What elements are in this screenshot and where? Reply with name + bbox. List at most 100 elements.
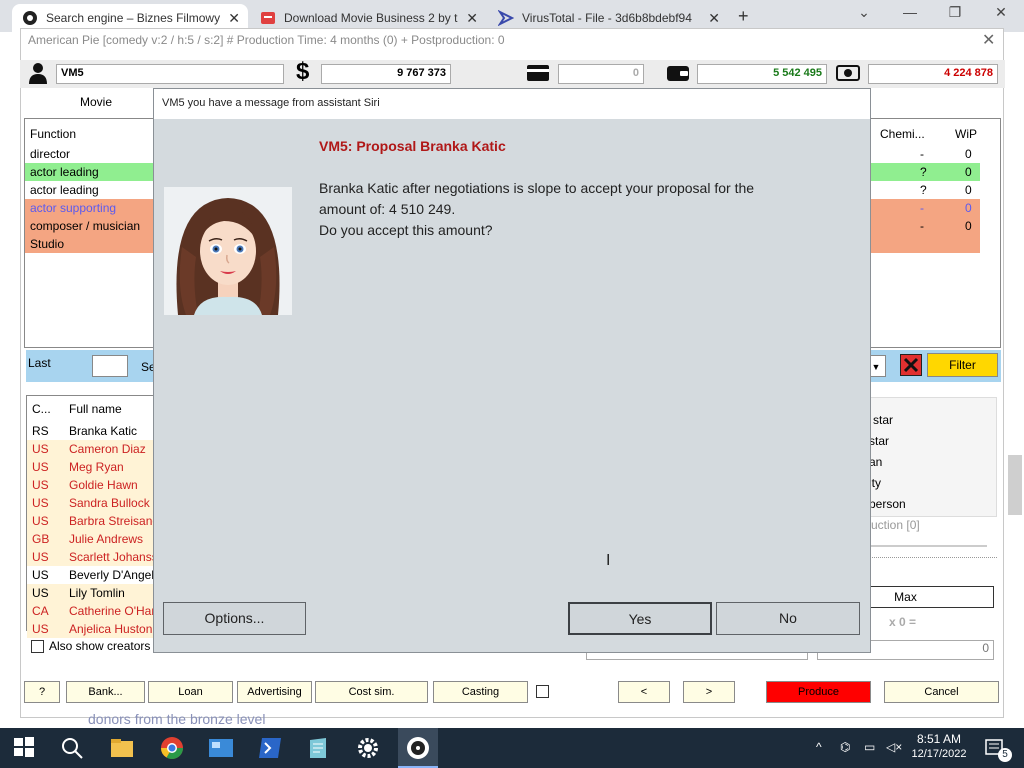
search-icon[interactable]: [60, 736, 84, 760]
last-label: Last: [28, 356, 51, 370]
wallet-field: 5 542 495: [697, 64, 827, 84]
header-fullname[interactable]: Full name: [69, 400, 122, 418]
cell-fullname: Lily Tomlin: [69, 586, 125, 600]
footer-text: donors from the bronze level: [88, 711, 266, 727]
yes-button[interactable]: Yes: [568, 602, 712, 635]
casting-checkbox[interactable]: [536, 685, 549, 698]
new-tab-button[interactable]: +: [738, 6, 749, 27]
header-function[interactable]: Function: [25, 125, 150, 143]
table-row[interactable]: US Sandra Bullock: [27, 494, 155, 512]
cell-country: US: [32, 460, 49, 474]
cell-wip: 0: [965, 201, 972, 215]
cell-chem: -: [920, 219, 924, 233]
cell-fullname: Catherine O'Hara: [69, 604, 155, 618]
windows-start-icon[interactable]: [13, 736, 37, 760]
last-input[interactable]: [92, 355, 128, 377]
table-row[interactable]: US Lily Tomlin: [27, 584, 155, 602]
cancel-button[interactable]: Cancel: [884, 681, 999, 703]
clock-date[interactable]: 12/17/2022: [910, 748, 968, 760]
cell-wip: 0: [965, 219, 972, 233]
right-item: star: [869, 434, 890, 448]
table-row[interactable]: US Cameron Diaz: [27, 440, 155, 458]
no-button[interactable]: No: [716, 602, 860, 635]
app-title: American Pie [comedy v:2 / h:5 / s:2] # …: [28, 33, 505, 47]
cell-country: US: [32, 478, 49, 492]
cell-country: US: [32, 586, 49, 600]
people-table: C... Full name RS Branka Katic US Cameron D…: [26, 395, 156, 638]
table-row[interactable]: US Goldie Hawn: [27, 476, 155, 494]
cell-country: US: [32, 568, 49, 582]
table-row[interactable]: US Anjelica Huston: [27, 620, 155, 638]
cell-chem: -: [920, 147, 924, 161]
table-row[interactable]: RS Branka Katic: [27, 422, 155, 440]
clear-filter-icon[interactable]: [900, 354, 922, 376]
clock-time[interactable]: 8:51 AM: [916, 732, 962, 746]
filter-button[interactable]: Filter: [927, 353, 998, 377]
help-button[interactable]: ?: [24, 681, 60, 703]
header-country[interactable]: C...: [32, 402, 51, 416]
cell-fullname: Scarlett Johansson: [69, 550, 155, 564]
cell-fullname: Meg Ryan: [69, 460, 124, 474]
cash-field: 4 224 878: [868, 64, 998, 84]
prev-button[interactable]: <: [618, 681, 670, 703]
volume-muted-icon[interactable]: ◁×: [886, 740, 902, 754]
card-icon: [526, 64, 550, 85]
cell-fullname: Branka Katic: [69, 424, 138, 438]
active-app-slot[interactable]: [398, 728, 438, 768]
powershell-icon[interactable]: [258, 736, 282, 760]
next-button[interactable]: >: [683, 681, 735, 703]
money-icon: $: [296, 58, 310, 85]
control-panel-icon[interactable]: [208, 736, 233, 760]
production-slider-track[interactable]: [871, 545, 987, 547]
bank-button[interactable]: Bank...: [66, 681, 145, 703]
right-item: an: [869, 455, 883, 469]
message-line: Branka Katic after negotiations is slope…: [319, 180, 755, 196]
tab-search-icon[interactable]: ⌄: [844, 4, 884, 21]
table-row[interactable]: US Beverly D'Angelo: [27, 566, 155, 584]
close-tab-icon[interactable]: ✕: [708, 10, 720, 27]
cell-fullname: Sandra Bullock: [69, 496, 150, 510]
cost-sim-button[interactable]: Cost sim.: [315, 681, 428, 703]
user-field: VM5: [56, 64, 284, 84]
monitor-icon[interactable]: ▭: [864, 740, 875, 754]
cell-wip: 0: [965, 183, 972, 197]
cell-wip: 0: [965, 165, 972, 179]
advertising-button[interactable]: Advertising: [237, 681, 312, 703]
text-cursor-icon: I: [606, 552, 611, 569]
produce-button[interactable]: Produce: [766, 681, 871, 703]
minimize-button[interactable]: —: [890, 4, 930, 20]
tab-movie[interactable]: Movie: [80, 95, 112, 109]
notepad-icon[interactable]: [306, 736, 330, 760]
options-button[interactable]: Options...: [163, 602, 306, 635]
table-row[interactable]: US Meg Ryan: [27, 458, 155, 476]
taskbar: ^ ⌬ ▭ ◁× 8:51 AM 12/17/2022 5: [0, 728, 1024, 768]
chrome-icon[interactable]: [160, 736, 184, 760]
tray-chevron-icon[interactable]: ^: [816, 740, 822, 754]
settings-gear-icon[interactable]: [356, 736, 380, 760]
cell-country: US: [32, 550, 49, 564]
close-tab-icon[interactable]: ✕: [228, 10, 240, 27]
right-info-panel: star star an ity person: [866, 397, 997, 517]
casting-button[interactable]: Casting: [433, 681, 528, 703]
also-show-checkbox[interactable]: [31, 640, 44, 653]
cell-country: RS: [32, 424, 49, 438]
close-tab-icon[interactable]: ✕: [466, 10, 478, 27]
table-row[interactable]: GB Julie Andrews: [27, 530, 155, 548]
right-item: star: [873, 413, 894, 427]
cell-chem: ?: [920, 183, 927, 197]
restore-button[interactable]: ❐: [935, 4, 975, 21]
table-row[interactable]: US Scarlett Johansson: [27, 548, 155, 566]
cell-fullname: Beverly D'Angelo: [69, 568, 155, 582]
loan-button[interactable]: Loan: [148, 681, 233, 703]
cell-function: actor leading: [30, 165, 99, 179]
table-row[interactable]: US Barbra Streisand: [27, 512, 155, 530]
tab-label: VirusTotal - File - 3d6b8bdebf94: [522, 11, 692, 25]
app-close-button[interactable]: ✕: [982, 30, 995, 50]
header-wip[interactable]: WiP: [950, 125, 990, 143]
close-window-button[interactable]: ✕: [981, 4, 1021, 21]
table-row[interactable]: CA Catherine O'Hara: [27, 602, 155, 620]
header-chemistry[interactable]: Chemi...: [875, 125, 935, 143]
network-icon[interactable]: ⌬: [840, 740, 850, 754]
file-explorer-icon[interactable]: [110, 736, 134, 760]
page-scrollbar[interactable]: [1008, 455, 1022, 515]
